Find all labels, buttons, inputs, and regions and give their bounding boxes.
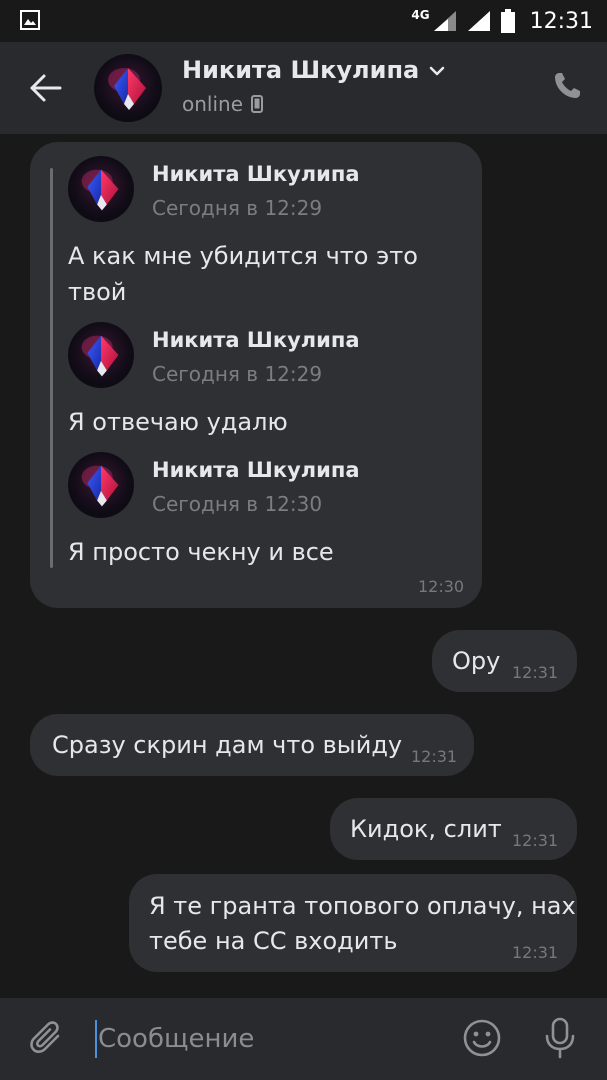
image-notification-icon [20, 10, 40, 30]
message-text: Я те гранта топового оплачу, нах [149, 892, 576, 920]
message-time: 12:31 [512, 831, 559, 850]
message-input[interactable] [94, 1016, 438, 1062]
status-bar: 4G 12:31 [0, 0, 607, 42]
mobile-device-icon [251, 95, 264, 113]
message-text: Сразу скрин дам что выйду [52, 731, 403, 759]
paperclip-icon[interactable] [28, 1020, 66, 1058]
forward-indicator [50, 168, 53, 568]
forwarded-date: Сегодня в 12:29 [152, 362, 323, 386]
message-time: 12:31 [512, 663, 559, 682]
forwarded-date: Сегодня в 12:29 [152, 196, 323, 220]
wifi-signal-icon [467, 11, 490, 31]
forwarded-text: Я отвечаю удалю [68, 408, 288, 436]
phone-icon[interactable] [551, 70, 583, 102]
chat-header: Никита Шкулипа online [0, 42, 607, 134]
forwarded-date: Сегодня в 12:30 [152, 492, 323, 516]
forwarded-text: А как мне убидится что это [68, 242, 418, 270]
message-bubble-outgoing[interactable] [129, 874, 577, 972]
avatar[interactable] [68, 322, 134, 388]
message-text: Ору [452, 647, 501, 675]
forwarded-text: Я просто чекну и все [68, 538, 334, 566]
forwarded-text: твой [68, 278, 127, 306]
avatar[interactable] [68, 452, 134, 518]
forwarded-author[interactable]: Никита Шкулипа [152, 162, 360, 186]
avatar[interactable] [68, 156, 134, 222]
avatar[interactable] [94, 54, 162, 122]
message-time: 12:31 [411, 747, 458, 766]
presence: online [182, 92, 264, 116]
text-caret [95, 1020, 97, 1058]
presence-status: online [182, 92, 244, 116]
battery-icon [500, 9, 515, 33]
clock: 12:31 [529, 8, 593, 34]
message-text: тебе на СС входить [149, 927, 398, 955]
forwarded-author[interactable]: Никита Шкулипа [152, 328, 360, 352]
arrow-left-icon[interactable] [28, 70, 64, 106]
message-time: 12:31 [512, 943, 559, 962]
forwarded-author[interactable]: Никита Шкулипа [152, 458, 360, 482]
microphone-icon[interactable] [540, 1016, 580, 1060]
cellular-signal-icon [433, 11, 456, 31]
network-type: 4G [411, 8, 430, 22]
smiley-icon[interactable] [462, 1018, 502, 1058]
message-text: Кидок, слит [350, 815, 502, 843]
contact-name-row[interactable]: Никита Шкулипа [182, 56, 445, 84]
message-composer [0, 998, 607, 1080]
message-time: 12:30 [418, 577, 465, 596]
contact-name: Никита Шкулипа [182, 56, 420, 84]
chevron-down-icon [429, 66, 445, 76]
